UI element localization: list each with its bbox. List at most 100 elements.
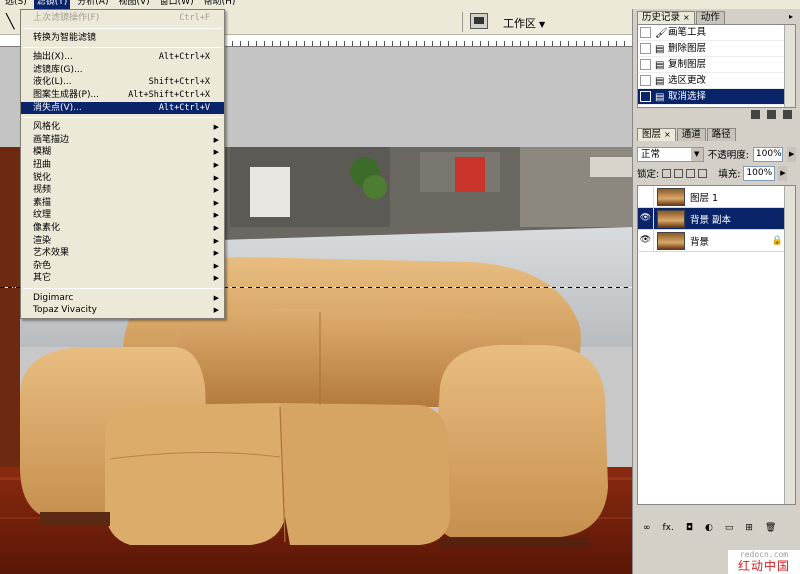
lock-all-icon[interactable]	[698, 168, 708, 178]
history-step-icon: ▤	[655, 92, 665, 103]
submenu-arrow-icon: ▶	[213, 223, 219, 232]
opacity-input[interactable]: 100%	[752, 146, 784, 162]
history-source-checkbox[interactable]	[640, 75, 651, 86]
lock-label: 锁定:	[637, 169, 660, 180]
menu-item-label: 素描	[33, 197, 52, 208]
filter-menu-item[interactable]: 其它 ▶	[21, 272, 224, 285]
history-step[interactable]: ▤ 删除图层	[638, 41, 795, 57]
new-layer-icon[interactable]: ⊞	[745, 523, 753, 533]
chevron-right-icon[interactable]: ▶	[778, 165, 788, 181]
filter-menu-item[interactable]: 转换为智能滤镜	[21, 32, 224, 45]
filter-menu-item[interactable]: 消失点(V)... Alt+Ctrl+V	[21, 101, 224, 115]
history-step[interactable]: 🖌 画笔工具	[638, 25, 795, 41]
close-icon[interactable]: ×	[664, 130, 671, 139]
blend-mode-select[interactable]: 正常 ▼	[637, 146, 704, 162]
menu-divider	[23, 117, 222, 119]
history-step[interactable]: ▤ 复制图层	[638, 57, 795, 73]
lock-transparency-icon[interactable]	[662, 168, 672, 178]
menu-item-label: 模糊	[33, 147, 52, 158]
menu-item[interactable]: 窗口(W)	[157, 0, 197, 9]
filter-menu-item[interactable]: 像素化 ▶	[21, 222, 224, 235]
layer-name: 背景 副本	[690, 214, 732, 226]
camera-icon[interactable]	[767, 110, 776, 119]
filter-menu-item[interactable]: 视频 ▶	[21, 184, 224, 197]
tab-actions[interactable]: 动作	[695, 11, 725, 24]
history-step[interactable]: ▤ 选区更改	[638, 73, 795, 89]
filter-menu-item[interactable]: 液化(L)... Shift+Ctrl+X	[21, 76, 224, 89]
eye-icon[interactable]: 👁	[638, 230, 654, 251]
history-step-label: 复制图层	[668, 59, 707, 70]
eye-icon[interactable]: 👁	[638, 208, 654, 229]
blend-mode-value: 正常	[641, 148, 661, 160]
filter-menu-item[interactable]: 画笔描边 ▶	[21, 134, 224, 147]
menu-item[interactable]: 分析(A)	[74, 0, 111, 9]
submenu-arrow-icon: ▶	[213, 148, 219, 157]
filter-menu-item[interactable]: 杂色 ▶	[21, 260, 224, 273]
workspace-icon[interactable]	[470, 13, 488, 29]
eye-icon[interactable]	[638, 186, 654, 207]
menubar: 选(S) 滤镜(T) 分析(A) 视图(V) 窗口(W) 帮助(H)	[0, 0, 800, 9]
tab-layers[interactable]: 图层 ×	[637, 128, 676, 141]
history-source-checkbox[interactable]	[640, 59, 651, 70]
menu-item[interactable]: 帮助(H)	[201, 0, 239, 9]
history-list: 🖌 画笔工具 ▤ 删除图层 ▤ 复制图层 ▤ 选区更改 ▤ 取消选择	[637, 24, 796, 108]
tab-paths[interactable]: 路径	[706, 128, 736, 141]
tab-channels[interactable]: 通道	[676, 128, 706, 141]
filter-menu-item[interactable]: 纹理 ▶	[21, 209, 224, 222]
adjustment-layer-icon[interactable]: ◐	[705, 523, 713, 533]
filter-menu-item[interactable]: 滤镜库(G)...	[21, 64, 224, 77]
horizontal-ruler	[224, 35, 632, 47]
trash-icon[interactable]	[783, 110, 792, 119]
workspace-label: 工作区	[503, 17, 536, 30]
trash-icon[interactable]: 🗑	[765, 523, 776, 533]
chevron-right-icon[interactable]: ▶	[787, 146, 797, 162]
filter-menu-item[interactable]: 图案生成器(P)... Alt+Shift+Ctrl+X	[21, 89, 224, 102]
filter-menu-item[interactable]: 扭曲 ▶	[21, 159, 224, 172]
right-panel-dock: 历史记录 × 动作 ▸ 🖌 画笔工具 ▤ 删除图层 ▤ 复制图层 ▤ 选区更改 ▤ 取消选择 图层 ×…	[632, 9, 800, 574]
line-tool-icon[interactable]: ╲	[6, 14, 14, 30]
filter-menu-item[interactable]: Topaz Vivacity ▶	[21, 304, 224, 317]
tab-label: 动作	[700, 12, 720, 23]
scrollbar[interactable]	[784, 186, 795, 504]
filter-menu-item[interactable]: 风格化 ▶	[21, 121, 224, 134]
link-layers-icon[interactable]: ∞	[643, 523, 651, 533]
filter-menu-item[interactable]: Digimarc ▶	[21, 292, 224, 305]
filter-menu-item[interactable]: 渲染 ▶	[21, 235, 224, 248]
menu-item[interactable]: 滤镜(T)	[33, 0, 71, 9]
history-source-checkbox[interactable]	[640, 27, 651, 38]
menu-item[interactable]: 选(S)	[2, 0, 30, 9]
menu-item-shortcut: Alt+Ctrl+V	[158, 102, 210, 113]
lock-pixels-icon[interactable]	[674, 168, 684, 178]
history-step-label: 删除图层	[668, 43, 707, 54]
snapshot-icon[interactable]	[751, 110, 760, 119]
filter-menu-item[interactable]: 艺术效果 ▶	[21, 247, 224, 260]
filter-menu-item[interactable]: 抽出(X)... Alt+Ctrl+X	[21, 51, 224, 64]
menu-item-label: 杂色	[33, 260, 52, 271]
filter-menu-item[interactable]: 锐化 ▶	[21, 172, 224, 185]
fill-input[interactable]: 100%	[743, 165, 776, 181]
menu-item-label: 扭曲	[33, 159, 52, 170]
fx-icon[interactable]: fx.	[663, 523, 674, 533]
history-source-checkbox[interactable]	[640, 91, 651, 102]
tab-label: 通道	[681, 129, 701, 140]
menu-item-label: 风格化	[33, 122, 61, 133]
new-group-icon[interactable]: ▭	[725, 523, 734, 533]
history-step[interactable]: ▤ 取消选择	[638, 89, 795, 105]
history-source-checkbox[interactable]	[640, 43, 651, 54]
menu-item[interactable]: 视图(V)	[115, 0, 152, 9]
tab-history[interactable]: 历史记录 ×	[637, 11, 695, 24]
panel-menu-icon[interactable]: ▸	[786, 12, 796, 22]
layer-row[interactable]: 👁 背景 副本	[638, 208, 795, 230]
filter-menu-item[interactable]: 上次滤镜操作(F) Ctrl+F	[21, 12, 224, 25]
close-icon[interactable]: ×	[683, 13, 690, 22]
layer-row[interactable]: 👁 背景 🔒	[638, 230, 795, 252]
lock-icon: 🔒	[771, 235, 783, 246]
layer-mask-icon[interactable]: ◘	[686, 523, 693, 533]
scrollbar[interactable]	[784, 25, 795, 107]
layer-row[interactable]: 图层 1	[638, 186, 795, 208]
filter-menu-item[interactable]: 模糊 ▶	[21, 146, 224, 159]
layer-thumbnail	[657, 209, 685, 228]
filter-menu-item[interactable]: 素描 ▶	[21, 197, 224, 210]
workspace-menu[interactable]: 工作区 ▼	[503, 15, 545, 31]
lock-position-icon[interactable]	[686, 168, 696, 178]
